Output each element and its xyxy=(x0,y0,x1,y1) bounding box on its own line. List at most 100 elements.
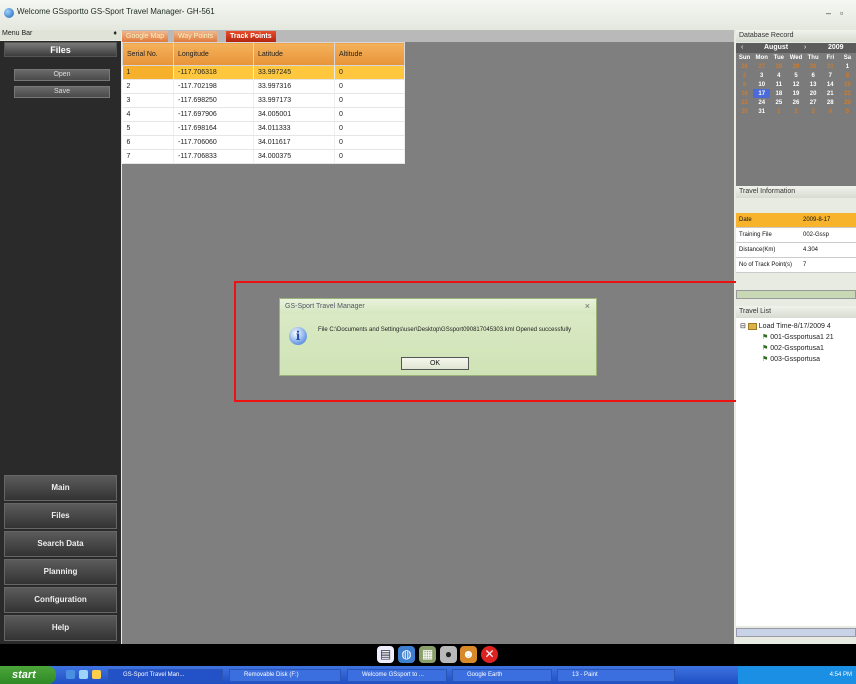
col-latitude[interactable]: Latitude xyxy=(253,42,335,66)
calendar-day[interactable]: 12 xyxy=(787,80,804,89)
nav-search-data[interactable]: Search Data xyxy=(4,531,117,557)
calendar-day[interactable]: 25 xyxy=(770,98,787,107)
folder-icon[interactable] xyxy=(92,670,101,679)
table-row[interactable]: 3 -117.698250 33.997173 0 xyxy=(122,93,405,108)
calendar-day[interactable]: 11 xyxy=(770,80,787,89)
calendar-day[interactable]: 26 xyxy=(787,98,804,107)
col-serial[interactable]: Serial No. xyxy=(122,42,174,66)
nav-main[interactable]: Main xyxy=(4,475,117,501)
task-welcome[interactable]: Welcome GSsport to ... xyxy=(347,669,447,682)
weekday-label: Thu xyxy=(807,54,819,61)
calendar-day[interactable]: 3 xyxy=(805,107,822,116)
tab-google-map[interactable]: Google Map xyxy=(122,31,169,42)
browser-icon[interactable] xyxy=(79,670,88,679)
task-gs-sport[interactable]: GS-Sport Travel Man... xyxy=(108,669,223,682)
exit-icon[interactable]: ✕ xyxy=(481,646,498,663)
calendar-day[interactable]: 28 xyxy=(770,62,787,71)
col-altitude[interactable]: Altitude xyxy=(334,42,405,66)
table-row[interactable]: 7 -117.706833 34.000375 0 xyxy=(122,149,405,164)
calendar-day[interactable]: 30 xyxy=(736,107,753,116)
calendar-day[interactable]: 26 xyxy=(736,62,753,71)
tree-item[interactable]: ⚑ 002-Gssportusa1 xyxy=(762,344,824,352)
collapse-icon[interactable]: ⊟ xyxy=(740,323,746,330)
tab-track-points[interactable]: Track Points xyxy=(226,31,276,42)
calendar-day[interactable]: 2 xyxy=(736,71,753,80)
cell-altitude: 0 xyxy=(334,149,405,164)
calendar-day[interactable]: 10 xyxy=(753,80,770,89)
calendar-day[interactable]: 6 xyxy=(805,71,822,80)
nav-files[interactable]: Files xyxy=(4,503,117,529)
calendar-day[interactable]: 29 xyxy=(787,62,804,71)
travel-list: Travel List ⊟ Load Time-8/17/2009 4 ⚑ 00… xyxy=(736,306,856,626)
list-scrollbar[interactable] xyxy=(736,628,856,637)
calendar-day[interactable]: 5 xyxy=(839,107,856,116)
calendar-day[interactable]: 29 xyxy=(839,98,856,107)
start-button[interactable]: start xyxy=(0,666,56,684)
calendar-day[interactable]: 31 xyxy=(822,62,839,71)
calendar-day[interactable]: 31 xyxy=(753,107,770,116)
calendar-day[interactable]: 14 xyxy=(822,80,839,89)
clock[interactable]: 4:54 PM xyxy=(830,672,852,678)
new-file-icon[interactable]: ▤ xyxy=(377,646,394,663)
tree-item[interactable]: ⚑ 001-Gssportusa1 21 xyxy=(762,333,834,341)
task-google-earth[interactable]: Google Earth xyxy=(452,669,552,682)
calendar-day-selected[interactable]: 17 xyxy=(753,89,771,98)
next-month-icon[interactable]: › xyxy=(804,44,806,51)
globe-icon[interactable]: ◍ xyxy=(398,646,415,663)
table-row[interactable]: 5 -117.698164 34.011333 0 xyxy=(122,121,405,136)
save-button[interactable]: Save xyxy=(14,86,110,98)
database-record-header: Database Record xyxy=(736,30,856,42)
maximize-button[interactable]: ▫ xyxy=(840,8,843,18)
task-removable-disk[interactable]: Removable Disk (F:) xyxy=(229,669,341,682)
nav-configuration[interactable]: Configuration xyxy=(4,587,117,613)
calendar-day[interactable]: 2 xyxy=(787,107,804,116)
calendar-day[interactable]: 1 xyxy=(770,107,787,116)
tree-item[interactable]: ⚑ 003-Gssportusa xyxy=(762,355,820,363)
table-row[interactable]: 4 -117.697906 34.005001 0 xyxy=(122,107,405,122)
open-button[interactable]: Open xyxy=(14,69,110,81)
calendar-day[interactable]: 1 xyxy=(839,62,856,71)
calendar-day[interactable]: 28 xyxy=(822,98,839,107)
task-paint[interactable]: 13 - Paint xyxy=(557,669,675,682)
calendar-day[interactable]: 20 xyxy=(805,89,822,98)
calendar-day[interactable]: 3 xyxy=(753,71,770,80)
prev-month-icon[interactable]: ‹ xyxy=(741,44,743,51)
table-row[interactable]: 2 -117.702198 33.997316 0 xyxy=(122,79,405,94)
calendar-day[interactable]: 15 xyxy=(839,80,856,89)
calendar-day[interactable]: 21 xyxy=(822,89,839,98)
calendar-day[interactable]: 16 xyxy=(736,89,753,98)
table-row[interactable]: 6 -117.706060 34.011617 0 xyxy=(122,135,405,150)
table-row[interactable]: 1 -117.706318 33.997245 0 xyxy=(122,65,405,80)
map-icon[interactable]: ▦ xyxy=(419,646,436,663)
pin-icon[interactable]: ● xyxy=(440,646,457,663)
calendar-day[interactable]: 22 xyxy=(839,89,856,98)
nav-planning[interactable]: Planning xyxy=(4,559,117,585)
col-longitude[interactable]: Longitude xyxy=(173,42,254,66)
calendar-day[interactable]: 18 xyxy=(770,89,787,98)
nav-help[interactable]: Help xyxy=(4,615,117,641)
tree-root[interactable]: ⊟ Load Time-8/17/2009 4 xyxy=(740,322,831,330)
horizontal-scrollbar[interactable] xyxy=(736,290,856,299)
calendar-day[interactable]: 24 xyxy=(753,98,770,107)
calendar-day[interactable]: 27 xyxy=(805,98,822,107)
travel-info-table: Date 2009-8-17 Training File 002-Gssp Di… xyxy=(736,213,856,273)
calendar-day[interactable]: 9 xyxy=(736,80,753,89)
calendar-day[interactable]: 8 xyxy=(839,71,856,80)
tab-way-points[interactable]: Way Points xyxy=(174,31,218,42)
calendar-day[interactable]: 5 xyxy=(787,71,804,80)
calendar-day[interactable]: 4 xyxy=(770,71,787,80)
calendar-day[interactable]: 19 xyxy=(787,89,804,98)
calendar-year[interactable]: 2009 xyxy=(828,44,844,51)
calendar-day[interactable]: 30 xyxy=(805,62,822,71)
calendar-day[interactable]: 27 xyxy=(753,62,770,71)
minimize-button[interactable]: – xyxy=(826,8,831,18)
calendar-month[interactable]: August xyxy=(764,44,788,51)
calendar-day[interactable]: 13 xyxy=(805,80,822,89)
calendar-day[interactable]: 4 xyxy=(822,107,839,116)
calendar-day[interactable]: 23 xyxy=(736,98,753,107)
pin-icon[interactable]: ♦ xyxy=(113,30,117,37)
people-icon[interactable]: ☻ xyxy=(460,646,477,663)
calendar-day[interactable]: 7 xyxy=(822,71,839,80)
desktop-icon[interactable] xyxy=(66,670,75,679)
cell-longitude: -117.706318 xyxy=(173,65,254,80)
